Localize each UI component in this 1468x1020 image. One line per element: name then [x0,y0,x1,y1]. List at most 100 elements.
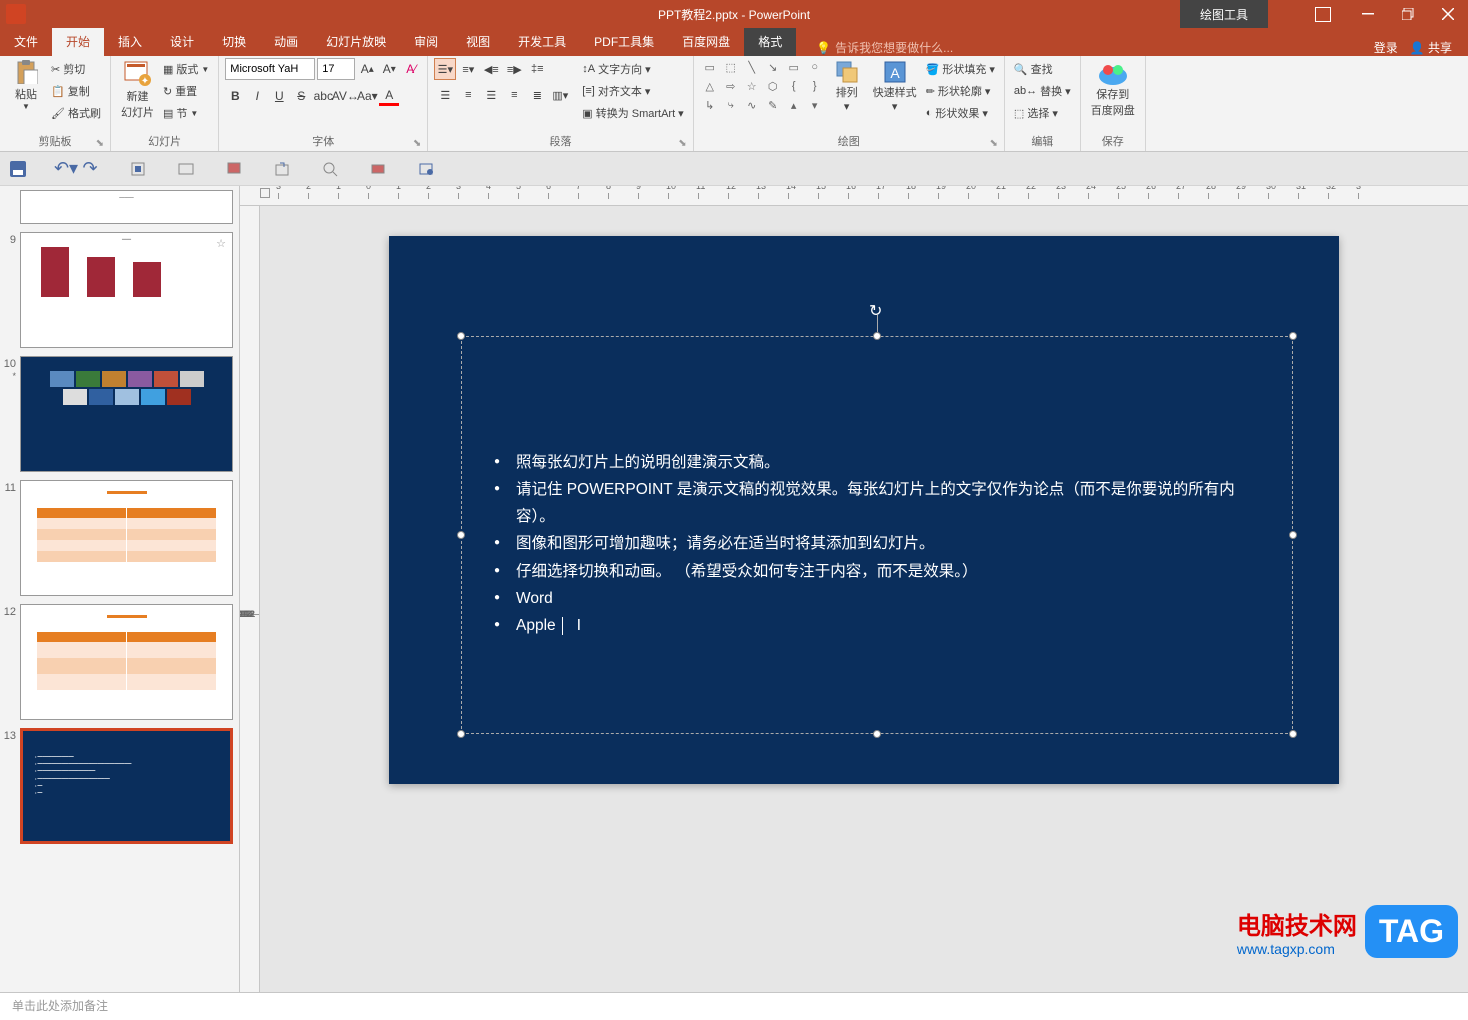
tab-transitions[interactable]: 切换 [208,27,260,56]
justify-button[interactable]: ≡ [503,84,525,106]
tab-developer[interactable]: 开发工具 [504,27,580,56]
tab-design[interactable]: 设计 [156,27,208,56]
resize-handle-mr[interactable] [1289,531,1297,539]
horizontal-ruler[interactable]: 3210123456789101112131415161718192021222… [240,186,1468,206]
align-center-button[interactable]: ≡ [457,84,479,106]
close-button[interactable] [1428,0,1468,28]
qat-icon-3[interactable] [224,159,244,179]
shape-oval[interactable]: ○ [805,58,825,76]
resize-handle-ml[interactable] [457,531,465,539]
minimize-button[interactable] [1348,0,1388,28]
dialog-launcher-icon[interactable]: ⬊ [678,138,686,149]
shape-rect2[interactable]: ▭ [784,58,804,76]
thumbnail-8-partial[interactable]: ━━━━━━ [0,190,239,228]
resize-handle-bm[interactable] [873,730,881,738]
text-direction-button[interactable]: ↕A文字方向 ▾ [579,58,686,80]
tab-animations[interactable]: 动画 [260,27,312,56]
shape-freeform[interactable]: ✎ [763,96,783,114]
dialog-launcher-icon[interactable]: ⬊ [413,138,421,149]
distribute-button[interactable]: ≣ [526,84,548,106]
tab-slideshow[interactable]: 幻灯片放映 [312,27,400,56]
qat-icon-6[interactable] [368,159,388,179]
align-left-button[interactable]: ☰ [434,84,456,106]
qat-icon-4[interactable] [272,159,292,179]
shape-line[interactable]: ╲ [742,58,762,76]
shape-connector1[interactable]: ↳ [700,96,720,114]
align-right-button[interactable]: ☰ [480,84,502,106]
thumbnail-12[interactable]: 12 [0,600,239,724]
content-textbox[interactable]: ↻ 照每张幻灯片上的说明创建演示文稿。 请记住 POWERPOINT 是演示文稿… [461,336,1293,734]
cut-button[interactable]: ✂剪切 [48,58,104,80]
shape-arrow[interactable]: ↘ [763,58,783,76]
bullet-item[interactable]: 照每张幻灯片上的说明创建演示文稿。 [494,449,1268,476]
restore-button[interactable] [1388,0,1428,28]
resize-handle-tr[interactable] [1289,332,1297,340]
shape-connector2[interactable]: ⤷ [721,96,741,114]
numbering-button[interactable]: ≡▾ [457,58,479,80]
font-color-button[interactable]: A [379,86,399,106]
tab-view[interactable]: 视图 [452,27,504,56]
line-spacing-button[interactable]: ‡≡ [526,58,548,80]
resize-handle-tm[interactable] [873,332,881,340]
bold-button[interactable]: B [225,86,245,106]
slide-canvas-area[interactable]: ↻ 照每张幻灯片上的说明创建演示文稿。 请记住 POWERPOINT 是演示文稿… [260,206,1468,992]
arrange-button[interactable]: 排列▾ [827,58,867,115]
increase-font-button[interactable]: A▴ [357,59,377,79]
format-painter-button[interactable]: 🖌格式刷 [48,102,104,124]
find-button[interactable]: 🔍查找 [1011,58,1074,80]
font-size-input[interactable] [317,58,355,80]
bullet-item[interactable]: AppleI [494,612,1268,639]
thumbnail-13[interactable]: 13 • ━━━━━━━━━━━━━━━ • ━━━━━━━━━━━━━━━━━… [0,724,239,848]
increase-indent-button[interactable]: ≡▶ [503,58,525,80]
ribbon-options-icon[interactable] [1308,0,1348,28]
tab-home[interactable]: 开始 [52,27,104,56]
shape-triangle[interactable]: △ [700,77,720,95]
shape-gallery[interactable]: ▭ ⬚ ╲ ↘ ▭ ○ △ ⇨ ☆ ⬡ { } ↳ ⤷ ∿ ✎ ▴ ▾ [700,58,825,114]
italic-button[interactable]: I [247,86,267,106]
shape-star[interactable]: ☆ [742,77,762,95]
shape-curve[interactable]: ∿ [742,96,762,114]
section-button[interactable]: ▤节 ▼ [160,102,212,124]
bullet-item[interactable]: 图像和图形可增加趣味；请务必在适当时将其添加到幻灯片。 [494,530,1268,557]
vertical-ruler[interactable]: 01234567891011121314131211 [240,206,260,992]
decrease-font-button[interactable]: A▾ [379,59,399,79]
share-button[interactable]: 👤 共享 [1410,39,1452,56]
shape-outline-button[interactable]: ✏形状轮廓 ▾ [923,80,998,102]
shape-hexagon[interactable]: ⬡ [763,77,783,95]
select-button[interactable]: ⬚选择 ▾ [1011,102,1074,124]
tab-format[interactable]: 格式 [744,27,796,56]
qat-icon-1[interactable] [128,159,148,179]
shape-effects-button[interactable]: ◐形状效果 ▾ [923,102,998,124]
redo-icon[interactable]: ↷ [80,159,100,179]
qat-icon-7[interactable] [416,159,436,179]
font-name-input[interactable] [225,58,315,80]
save-icon[interactable] [8,159,28,179]
reset-button[interactable]: ↻重置 [160,80,212,102]
slide[interactable]: ↻ 照每张幻灯片上的说明创建演示文稿。 请记住 POWERPOINT 是演示文稿… [389,236,1339,784]
shape-more-down[interactable]: ▾ [805,96,825,114]
quick-styles-button[interactable]: A 快速样式▾ [869,58,921,115]
thumbnail-11[interactable]: 11 [0,476,239,600]
shape-lbrace[interactable]: { [784,77,804,95]
notes-pane[interactable]: 单击此处添加备注 [0,992,1468,1020]
decrease-indent-button[interactable]: ◀≡ [480,58,502,80]
shape-more-up[interactable]: ▴ [784,96,804,114]
thumbnail-9[interactable]: 9 ☆ ━━━ [0,228,239,352]
underline-button[interactable]: U [269,86,289,106]
qat-icon-5[interactable] [320,159,340,179]
thumbnail-10[interactable]: 10* [0,352,239,476]
save-baidu-button[interactable]: 保存到 百度网盘 [1087,58,1139,120]
layout-button[interactable]: ▦版式 ▼ [160,58,212,80]
shape-rbrace[interactable]: } [805,77,825,95]
shadow-button[interactable]: abc [313,86,333,106]
slide-thumbnails-panel[interactable]: ━━━━━━ 9 ☆ ━━━ 10* 11 [0,186,240,992]
shape-textbox[interactable]: ⬚ [721,58,741,76]
tab-insert[interactable]: 插入 [104,27,156,56]
shape-rect[interactable]: ▭ [700,58,720,76]
change-case-button[interactable]: Aa▾ [357,86,377,106]
copy-button[interactable]: 📋复制 [48,80,104,102]
tab-pdf[interactable]: PDF工具集 [580,27,668,56]
paste-button[interactable]: 粘贴 ▼ [6,58,46,113]
resize-handle-br[interactable] [1289,730,1297,738]
strikethrough-button[interactable]: S [291,86,311,106]
